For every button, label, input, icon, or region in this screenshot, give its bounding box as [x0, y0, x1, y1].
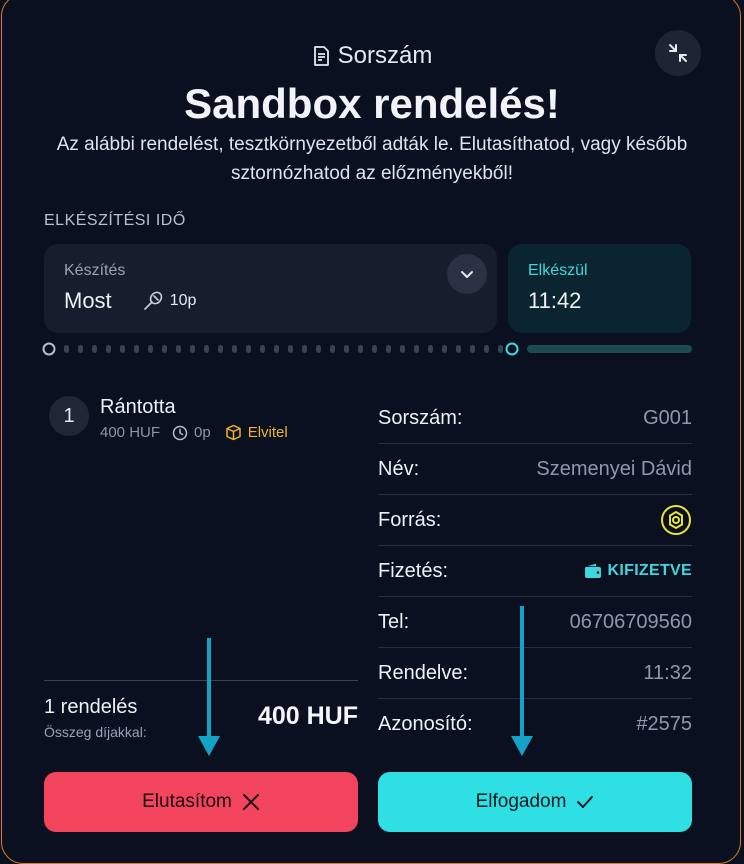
- info-value-id: #2575: [636, 713, 692, 735]
- slider-ticks: [64, 345, 503, 353]
- info-value-number: G001: [643, 406, 692, 429]
- item-takeaway: Elvitel: [247, 424, 288, 441]
- info-label: Rendelve:: [378, 661, 469, 684]
- reject-label: Elutasítom: [142, 791, 232, 812]
- info-value-phone: 06706709560: [569, 610, 692, 633]
- item-time: 0p: [194, 424, 211, 441]
- info-label: Sorszám:: [378, 406, 463, 429]
- slider-ready-bar: [527, 345, 692, 353]
- prep-duration: 10p: [142, 290, 197, 312]
- info-label: Név:: [378, 457, 420, 480]
- whisk-icon: [143, 291, 162, 310]
- ready-value: 11:42: [528, 288, 582, 313]
- close-icon: [242, 794, 259, 810]
- sum-caption: Összeg díjakkal:: [44, 724, 147, 740]
- prep-section-label: ELKÉSZÍTÉSI IDŐ: [44, 212, 186, 229]
- prep-duration-value: 10p: [169, 292, 197, 309]
- header-label-row: Sorszám: [0, 42, 744, 70]
- slider-end-handle[interactable]: [505, 342, 519, 356]
- info-row-number: Sorszám: G001: [378, 393, 692, 444]
- info-value-ordered: 11:32: [643, 661, 692, 684]
- info-row-ordered: Rendelve: 11:32: [378, 648, 692, 699]
- info-label: Forrás:: [378, 508, 442, 531]
- accept-button[interactable]: Elfogadom: [378, 772, 692, 832]
- item-meta: 400 HUF 0p Elvitel: [100, 424, 288, 441]
- ready-time-box: Elkészül 11:42: [508, 244, 691, 333]
- info-row-source: Forrás:: [378, 495, 692, 546]
- order-count: 1 rendelés: [44, 696, 138, 718]
- item-name: Rántotta: [100, 396, 176, 418]
- info-row-id: Azonosító: #2575: [378, 699, 692, 750]
- info-label: Azonosító:: [378, 713, 473, 735]
- prep-caption: Készítés: [64, 262, 126, 279]
- info-row-name: Név: Szemenyei Dávid: [378, 444, 692, 495]
- accept-label: Elfogadom: [475, 791, 567, 812]
- prep-dropdown-button[interactable]: [447, 254, 487, 294]
- arrow-down-left: [198, 638, 220, 756]
- clock-icon: [172, 425, 188, 440]
- prep-time-selector[interactable]: Készítés Most 10p: [44, 244, 497, 333]
- wallet-icon: [584, 563, 601, 578]
- item-price: 400 HUF: [100, 424, 161, 441]
- receipt-icon: [313, 46, 329, 66]
- payment-status-badge: KIFIZETVE: [584, 562, 692, 580]
- chevron-down-icon: [461, 271, 473, 278]
- source-logo-icon: [661, 505, 691, 535]
- box-icon: [225, 424, 241, 441]
- item-qty-badge: 1: [49, 396, 89, 436]
- reject-button[interactable]: Elutasítom: [44, 772, 358, 832]
- order-total: 400 HUF: [257, 702, 358, 730]
- prep-time-slider[interactable]: [42, 342, 694, 356]
- info-row-phone: Tel: 06706709560: [378, 597, 692, 648]
- info-row-payment: Fizetés: KIFIZETVE: [378, 546, 692, 597]
- page-subtitle: Az alábbi rendelést, tesztkörnyezetből a…: [56, 134, 688, 184]
- info-label: Fizetés:: [378, 559, 449, 582]
- payment-status: KIFIZETVE: [607, 562, 692, 579]
- arrow-down-right: [511, 606, 533, 756]
- prep-value-row: Most 10p: [64, 288, 477, 314]
- info-value-name: Szemenyei Dávid: [536, 457, 692, 480]
- slider-start-handle[interactable]: [42, 342, 56, 356]
- order-info-table: Sorszám: G001 Név: Szemenyei Dávid Forrá…: [378, 393, 692, 750]
- order-item: 1 Rántotta 400 HUF 0p Elvitel: [49, 394, 359, 454]
- info-label: Tel:: [378, 610, 410, 633]
- page-title: Sandbox rendelés!: [184, 80, 560, 127]
- check-icon: [577, 796, 594, 808]
- ready-caption: Elkészül: [528, 262, 588, 279]
- header-label: Sorszám: [337, 42, 433, 69]
- prep-value: Most: [64, 288, 112, 313]
